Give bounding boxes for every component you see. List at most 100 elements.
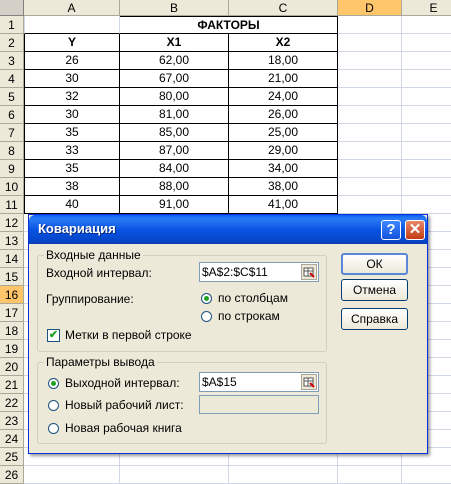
- select-all-corner[interactable]: [0, 0, 24, 16]
- row-header[interactable]: 11: [0, 196, 24, 214]
- grid-cell[interactable]: [338, 70, 402, 88]
- factors-header-cell[interactable]: ФАКТОРЫ: [120, 16, 338, 34]
- output-range-field[interactable]: $A$15: [199, 372, 319, 392]
- row-header[interactable]: 25: [0, 448, 24, 466]
- data-cell[interactable]: 25,00: [229, 124, 338, 142]
- data-cell[interactable]: 32: [24, 88, 120, 106]
- data-cell[interactable]: 29,00: [229, 142, 338, 160]
- row-header[interactable]: 19: [0, 340, 24, 358]
- data-cell[interactable]: 35: [24, 160, 120, 178]
- new-book-label[interactable]: Новая рабочая книга: [65, 421, 182, 435]
- column-header-b[interactable]: B: [120, 0, 229, 16]
- grid-cell[interactable]: [402, 88, 451, 106]
- column-header-d[interactable]: D: [338, 0, 402, 16]
- data-cell[interactable]: 24,00: [229, 88, 338, 106]
- row-header[interactable]: 12: [0, 214, 24, 232]
- column-title-cell[interactable]: X1: [120, 34, 229, 52]
- row-header[interactable]: 15: [0, 268, 24, 286]
- input-range-field[interactable]: $A$2:$C$11: [199, 262, 319, 282]
- row-header[interactable]: 26: [0, 466, 24, 484]
- row-header[interactable]: 2: [0, 34, 24, 52]
- grid-cell[interactable]: [402, 106, 451, 124]
- row-header[interactable]: 18: [0, 322, 24, 340]
- data-cell[interactable]: 88,00: [120, 178, 229, 196]
- ok-button[interactable]: ОК: [341, 253, 408, 275]
- data-cell[interactable]: 34,00: [229, 160, 338, 178]
- range-select-icon[interactable]: [301, 374, 317, 390]
- row-header[interactable]: 8: [0, 142, 24, 160]
- new-book-radio[interactable]: [48, 423, 59, 434]
- row-header[interactable]: 23: [0, 412, 24, 430]
- grid-cell[interactable]: [338, 52, 402, 70]
- by-rows-radio[interactable]: [201, 311, 212, 322]
- grid-cell[interactable]: [338, 16, 402, 34]
- grid-cell[interactable]: [338, 124, 402, 142]
- column-header-a[interactable]: A: [24, 0, 120, 16]
- row-header[interactable]: 3: [0, 52, 24, 70]
- help-icon[interactable]: ?: [381, 220, 401, 240]
- data-cell[interactable]: 84,00: [120, 160, 229, 178]
- grid-cell[interactable]: [338, 178, 402, 196]
- row-header[interactable]: 7: [0, 124, 24, 142]
- data-cell[interactable]: 81,00: [120, 106, 229, 124]
- dialog-title-bar[interactable]: Ковариация ? ✕: [29, 215, 427, 244]
- data-cell[interactable]: 38,00: [229, 178, 338, 196]
- row-header[interactable]: 6: [0, 106, 24, 124]
- column-title-cell[interactable]: X2: [229, 34, 338, 52]
- row-header[interactable]: 13: [0, 232, 24, 250]
- data-cell[interactable]: 62,00: [120, 52, 229, 70]
- grid-cell[interactable]: [402, 70, 451, 88]
- grid-cell[interactable]: [338, 196, 402, 214]
- grid-cell[interactable]: [402, 124, 451, 142]
- new-sheet-name-field[interactable]: [199, 395, 319, 414]
- grid-cell[interactable]: [229, 466, 338, 484]
- row-header[interactable]: 22: [0, 394, 24, 412]
- by-rows-label[interactable]: по строкам: [218, 309, 280, 323]
- output-range-label[interactable]: Выходной интервал:: [65, 376, 180, 390]
- data-cell[interactable]: 91,00: [120, 196, 229, 214]
- output-range-radio[interactable]: [48, 378, 59, 389]
- data-cell[interactable]: 30: [24, 70, 120, 88]
- help-button[interactable]: Справка: [341, 308, 408, 330]
- grid-cell[interactable]: [338, 142, 402, 160]
- row-header[interactable]: 17: [0, 304, 24, 322]
- new-sheet-radio[interactable]: [48, 400, 59, 411]
- data-cell[interactable]: 21,00: [229, 70, 338, 88]
- grid-cell[interactable]: [120, 466, 229, 484]
- row-header[interactable]: 21: [0, 376, 24, 394]
- grid-cell[interactable]: [402, 160, 451, 178]
- row-header[interactable]: 1: [0, 16, 24, 34]
- row-header[interactable]: 5: [0, 88, 24, 106]
- row-header[interactable]: 4: [0, 70, 24, 88]
- range-select-icon[interactable]: [301, 264, 317, 280]
- new-sheet-label[interactable]: Новый рабочий лист:: [65, 398, 184, 412]
- grid-cell[interactable]: [24, 16, 120, 34]
- grid-cell[interactable]: [24, 466, 120, 484]
- column-header-c[interactable]: C: [229, 0, 338, 16]
- data-cell[interactable]: 40: [24, 196, 120, 214]
- grid-cell[interactable]: [402, 142, 451, 160]
- column-title-cell[interactable]: Y: [24, 34, 120, 52]
- by-columns-radio[interactable]: [201, 293, 212, 304]
- data-cell[interactable]: 33: [24, 142, 120, 160]
- data-cell[interactable]: 87,00: [120, 142, 229, 160]
- labels-first-row-label[interactable]: Метки в первой строке: [65, 328, 192, 342]
- cancel-button[interactable]: Отмена: [341, 279, 408, 301]
- data-cell[interactable]: 35: [24, 124, 120, 142]
- row-header[interactable]: 24: [0, 430, 24, 448]
- grid-cell[interactable]: [338, 88, 402, 106]
- row-header[interactable]: 14: [0, 250, 24, 268]
- by-columns-label[interactable]: по столбцам: [218, 291, 288, 305]
- grid-cell[interactable]: [338, 106, 402, 124]
- row-header[interactable]: 9: [0, 160, 24, 178]
- grid-cell[interactable]: [338, 160, 402, 178]
- grid-cell[interactable]: [402, 52, 451, 70]
- data-cell[interactable]: 30: [24, 106, 120, 124]
- data-cell[interactable]: 38: [24, 178, 120, 196]
- grid-cell[interactable]: [338, 466, 402, 484]
- grid-cell[interactable]: [402, 196, 451, 214]
- grid-cell[interactable]: [402, 34, 451, 52]
- grid-cell[interactable]: [402, 16, 451, 34]
- data-cell[interactable]: 80,00: [120, 88, 229, 106]
- close-icon[interactable]: ✕: [405, 220, 425, 240]
